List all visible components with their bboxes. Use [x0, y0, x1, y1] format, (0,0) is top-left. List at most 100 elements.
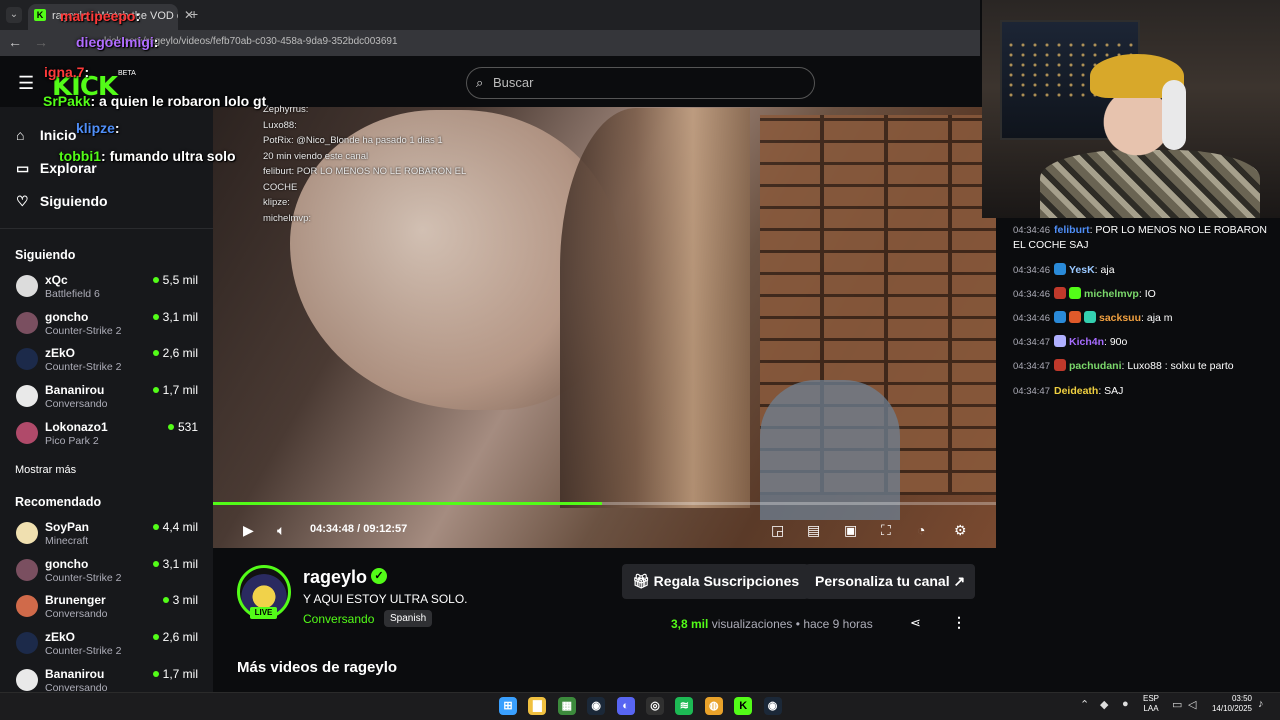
show-more-link[interactable]: Mostrar más — [15, 464, 76, 476]
menu-icon[interactable]: ☰ — [18, 73, 34, 94]
chat-message: 04:34:47 Deideath: SAJ — [1013, 384, 1275, 399]
channel-category: Minecraft — [45, 535, 89, 547]
chat-message: 04:34:46 YesK: aja — [1013, 263, 1275, 278]
chat-username[interactable]: pachudani — [1069, 360, 1122, 372]
play-icon[interactable]: ▶ — [243, 522, 254, 539]
sidebar-nav-home[interactable]: ⌂ Inicio — [16, 127, 76, 143]
overlay-chat-username: klipze — [76, 120, 115, 136]
sidebar-nav-following[interactable]: ♡ Siguiendo — [16, 193, 108, 210]
network-icon[interactable]: ▭ — [1172, 698, 1182, 711]
theater-mode-icon[interactable]: ▣ — [844, 522, 857, 539]
chat-text: aja m — [1146, 312, 1173, 324]
channel-name: Brunenger — [45, 593, 106, 608]
time-current: 04:34:48 — [310, 523, 355, 535]
sidebar-channel[interactable]: goncho Counter-Strike 2 3,1 mil — [16, 557, 204, 593]
channel-avatar — [16, 595, 38, 618]
keyboard-language[interactable]: ESP LAA — [1143, 694, 1159, 714]
app-green-icon[interactable]: ▦ — [557, 697, 576, 715]
channel-avatar — [16, 385, 38, 408]
viewer-count: 2,6 mil — [152, 630, 198, 644]
recommended-section-title: Recomendado — [15, 495, 102, 509]
spotify-icon[interactable]: ≋ — [675, 697, 694, 715]
tray-chevron-icon[interactable]: ⌃ — [1080, 698, 1089, 711]
sidebar-channel[interactable]: goncho Counter-Strike 2 3,1 mil — [16, 310, 204, 346]
chat-text: 90o — [1109, 336, 1128, 348]
channel-category: Battlefield 6 — [45, 288, 100, 300]
time-total: 09:12:57 — [363, 523, 408, 535]
chat-timestamp: 04:34:47 — [1013, 361, 1050, 372]
chat-username[interactable]: Kich4n — [1069, 336, 1104, 348]
miniplayer-icon[interactable]: ◲ — [771, 522, 784, 539]
chat-username[interactable]: feliburt — [1054, 224, 1090, 236]
video-frame-sweater — [760, 380, 900, 520]
clip-icon[interactable]: ▤ — [807, 522, 820, 539]
gift-subscriptions-button[interactable]: 🎁︎ Regala Suscripciones — [622, 564, 810, 599]
more-options-icon[interactable]: ⋮ — [952, 614, 966, 631]
chat-username[interactable]: michelmvp — [1084, 288, 1139, 300]
volume-icon[interactable]: 🔈︎ — [277, 522, 285, 539]
file-explorer-icon[interactable]: ▇ — [528, 697, 547, 715]
live-dot-icon — [152, 670, 159, 677]
overlay-chat-colon: : — [90, 93, 100, 109]
fullscreen-icon[interactable]: ⛶ — [881, 522, 891, 539]
clock[interactable]: 03:50 14/10/2025 — [1208, 694, 1252, 714]
chat-message: 04:34:47 Kich4n: 90o — [1013, 335, 1275, 350]
channel-avatar — [16, 668, 38, 691]
video-timecode: 04:34:48 / 09:12:57 — [310, 523, 407, 535]
chrome-icon[interactable]: ◍ — [704, 697, 723, 715]
embedded-chat-line: feliburt: POR LO MENOS NO LE ROBARON EL — [263, 166, 467, 177]
external-link-icon: ↗ — [949, 573, 966, 589]
customize-channel-button[interactable]: Personaliza tu canal ↗ — [805, 564, 976, 599]
sidebar-channel[interactable]: zEkO Counter-Strike 2 2,6 mil — [16, 630, 204, 666]
tray-shield-icon[interactable]: ◆ — [1100, 698, 1108, 711]
live-dot-icon — [152, 350, 159, 357]
notification-bell-icon[interactable]: ♪ — [1258, 698, 1264, 710]
live-badge: LIVE — [250, 607, 277, 619]
chat-timestamp: 04:34:47 — [1013, 337, 1050, 348]
tray-mic-icon[interactable]: ● — [1122, 698, 1129, 710]
settings-gear-icon[interactable]: ⚙ — [954, 522, 967, 539]
sidebar-channel[interactable]: SoyPan Minecraft 4,4 mil — [16, 520, 204, 556]
viewer-count-text: 3 mil — [172, 593, 198, 608]
chat-badge-icon — [1068, 287, 1081, 299]
chat-username[interactable]: YesK — [1069, 264, 1095, 276]
category-link[interactable]: Conversando — [303, 612, 374, 626]
chat-username[interactable]: Deideath — [1054, 385, 1098, 397]
streamer-name[interactable]: rageylo — [303, 567, 367, 588]
language-tag[interactable]: Spanish — [384, 610, 433, 627]
viewer-count-text: 2,6 mil — [162, 346, 198, 361]
kick-icon[interactable]: K — [734, 697, 753, 715]
sidebar-channel[interactable]: Lokonazo1 Pico Park 2 531 — [16, 420, 204, 456]
new-tab-button[interactable]: + — [190, 6, 198, 22]
steam-2-icon[interactable]: ◉ — [763, 697, 782, 715]
share-icon[interactable]: ⋖ — [910, 615, 921, 631]
embedded-chat-line: PotRix: @Nico_Blonde ha pasado 1 dias 1 — [263, 135, 443, 146]
button-label: Regala Suscripciones — [653, 573, 800, 589]
playback-speed-icon[interactable]: ◔ — [917, 522, 925, 538]
channel-name: goncho — [45, 556, 89, 571]
forward-arrow-icon[interactable]: → — [34, 34, 48, 50]
nav-label: Inicio — [39, 127, 77, 143]
sidebar-channel[interactable]: Bananirou Conversando 1,7 mil — [16, 383, 204, 419]
obs-icon[interactable]: ◎ — [646, 697, 664, 715]
following-section-title: Siguiendo — [15, 248, 76, 262]
sidebar-channel[interactable]: zEkO Counter-Strike 2 2,6 mil — [16, 346, 204, 382]
live-dot-icon — [152, 387, 159, 394]
back-arrow-icon[interactable]: ← — [8, 34, 22, 50]
tab-search-icon[interactable]: ⌄ — [6, 7, 22, 23]
discord-icon[interactable]: ◐ — [616, 697, 635, 715]
speaker-icon[interactable]: ◁ — [1188, 698, 1196, 711]
steam-icon[interactable]: ◉ — [587, 697, 606, 715]
channel-name: goncho — [45, 309, 89, 324]
sidebar-channel[interactable]: Brunenger Conversando 3 mil — [16, 593, 204, 629]
chat-timestamp: 04:34:46 — [1013, 313, 1050, 324]
sidebar-channel[interactable]: xQc Battlefield 6 5,5 mil — [16, 273, 204, 309]
channel-avatar — [16, 522, 38, 544]
chat-username[interactable]: sacksuu — [1099, 312, 1141, 324]
browse-icon: ▭ — [16, 160, 30, 176]
chat-timestamp: 04:34:47 — [1013, 386, 1050, 397]
live-dot-icon — [167, 423, 174, 430]
embedded-chat-line: COCHE — [263, 181, 298, 193]
windows-start-icon[interactable]: ⊞ — [499, 697, 517, 715]
viewer-count-text: 3,1 mil — [162, 556, 198, 571]
